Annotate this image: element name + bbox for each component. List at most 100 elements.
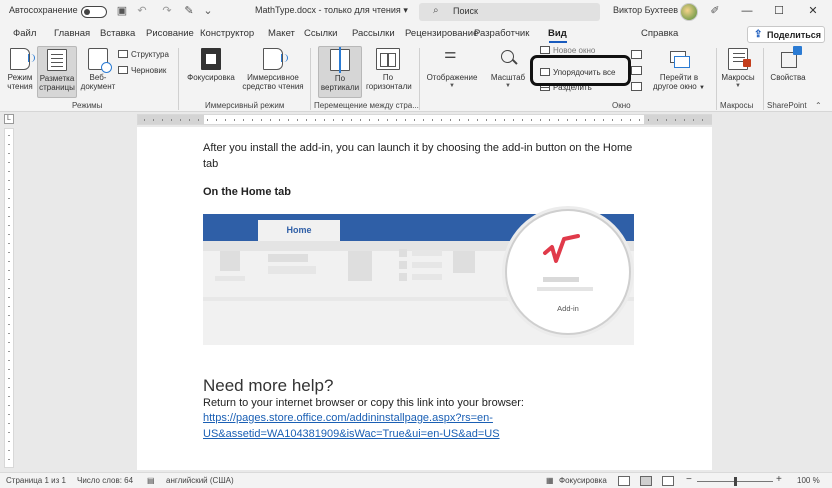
avatar[interactable] <box>680 3 698 21</box>
new-window-icon <box>540 46 550 54</box>
tab-insert[interactable]: Вставка <box>100 28 135 39</box>
ruler-tick <box>396 119 397 121</box>
zoom-level[interactable]: 100 % <box>797 476 820 485</box>
ruler-tick <box>558 119 559 121</box>
properties-button[interactable]: Свойства <box>768 46 808 98</box>
horizontal-ruler[interactable] <box>137 114 712 125</box>
tab-review[interactable]: Рецензирование <box>405 28 478 39</box>
print-layout-button[interactable]: Разметка страницы <box>37 46 77 98</box>
focus-mode-status[interactable]: Фокусировка <box>559 476 607 485</box>
document-title: MathType.docx - только для чтения ▾ <box>255 5 408 15</box>
page-count[interactable]: Страница 1 из 1 <box>6 476 66 485</box>
tab-draw[interactable]: Рисование <box>146 28 194 39</box>
show-dropdown[interactable]: Отображение ▼ <box>425 48 479 98</box>
web-layout-view-icon[interactable] <box>662 476 674 486</box>
ruler-tick <box>153 119 154 121</box>
outline-button[interactable]: Структура <box>118 50 169 59</box>
qat-customize-icon[interactable]: ⌄ <box>201 4 215 18</box>
sync-scrolling-icon[interactable] <box>631 66 642 75</box>
draft-button[interactable]: Черновик <box>118 66 166 75</box>
switch-windows-icon <box>666 48 692 70</box>
ruler-tick <box>657 119 658 121</box>
proofing-icon[interactable]: ▤ <box>147 476 155 485</box>
ruler-tick <box>342 119 343 121</box>
ruler-tick <box>693 119 694 121</box>
macros-button[interactable]: Макросы ▼ <box>720 48 756 98</box>
immersive-reader-button[interactable]: Иммерсивное средство чтения <box>241 48 305 98</box>
ruler-tick <box>8 396 10 397</box>
maximize-icon[interactable]: ☐ <box>770 3 788 19</box>
document-page[interactable]: After you install the add-in, you can la… <box>137 127 712 470</box>
search-box[interactable]: ⌕ Поиск <box>419 3 600 21</box>
format-painter-icon[interactable]: ✎ <box>182 4 196 18</box>
zoom-slider-thumb[interactable] <box>734 477 737 486</box>
ruler-tick <box>8 306 10 307</box>
tab-mailings[interactable]: Рассылки <box>352 28 395 39</box>
zoom-out-button[interactable]: − <box>686 474 692 485</box>
ruler-tick <box>8 243 10 244</box>
tab-layout[interactable]: Макет <box>268 28 295 39</box>
minimize-icon[interactable]: — <box>738 3 756 19</box>
install-link[interactable]: https://pages.store.office.com/addininst… <box>203 410 643 442</box>
chevron-down-icon: ▼ <box>505 83 511 89</box>
ruler-tick <box>639 119 640 121</box>
ruler-tick <box>225 119 226 121</box>
web-layout-button[interactable]: Веб- документ <box>80 48 116 98</box>
search-placeholder: Поиск <box>453 6 478 16</box>
read-mode-button[interactable]: Режим чтения <box>4 48 36 98</box>
status-bar: Страница 1 из 1 Число слов: 64 ▤ английс… <box>0 472 832 488</box>
print-layout-view-icon[interactable] <box>640 476 652 486</box>
share-icon: ⇪ <box>754 29 763 40</box>
read-mode-view-icon[interactable] <box>618 476 630 486</box>
ruler-tick <box>333 119 334 121</box>
ruler-tick <box>288 119 289 121</box>
ruler-tick <box>180 119 181 121</box>
side-to-side-button[interactable]: По горизонтали <box>366 48 412 98</box>
group-label-sharepoint: SharePoint <box>767 101 807 110</box>
ruler-tick <box>8 207 10 208</box>
figure-home-tab: Home <box>258 220 340 241</box>
ruler-tick <box>8 198 10 199</box>
group-label-macros: Макросы <box>720 101 754 110</box>
zoom-in-button[interactable]: + <box>776 474 782 485</box>
zoom-dropdown[interactable]: Масштаб ▼ <box>488 48 528 98</box>
close-icon[interactable]: ✕ <box>804 3 822 19</box>
ruler-tick <box>8 162 10 163</box>
tab-selector-icon[interactable]: L <box>4 114 14 124</box>
tab-view[interactable]: Вид <box>548 28 567 39</box>
tab-developer[interactable]: Разработчик <box>474 28 529 39</box>
vertical-movement-button[interactable]: По вертикали <box>318 46 362 98</box>
focus-mode-icon[interactable]: ▦ <box>546 476 554 485</box>
focus-button[interactable]: Фокусировка <box>184 48 238 98</box>
ruler-tick <box>522 119 523 121</box>
reset-window-position-icon[interactable] <box>631 82 642 91</box>
tab-design[interactable]: Конструктор <box>200 28 254 39</box>
new-window-button[interactable]: Новое окно <box>540 46 595 55</box>
autosave-toggle[interactable] <box>81 6 107 18</box>
word-count[interactable]: Число слов: 64 <box>77 476 133 485</box>
undo-icon[interactable]: ↶ <box>135 4 149 18</box>
collapse-ribbon-icon[interactable]: ⌃ <box>815 101 822 110</box>
language[interactable]: английский (США) <box>166 476 234 485</box>
ruler-tick <box>243 119 244 121</box>
view-side-by-side-icon[interactable] <box>631 50 642 59</box>
help-heading: Need more help? <box>203 376 334 395</box>
redo-icon[interactable]: ↷ <box>160 4 174 18</box>
user-name[interactable]: Виктор Бухтеев <box>613 5 678 15</box>
switch-windows-button[interactable]: Перейти в другое окно ▼ <box>648 48 710 98</box>
pen-icon[interactable]: ✐ <box>708 4 722 18</box>
tab-home[interactable]: Главная <box>54 28 90 39</box>
intro-paragraph: After you install the add-in, you can la… <box>203 142 633 170</box>
ruler-tick <box>441 119 442 121</box>
vertical-ruler[interactable] <box>4 128 14 468</box>
ruler-tick <box>8 441 10 442</box>
ruler-tick <box>378 119 379 121</box>
tab-references[interactable]: Ссылки <box>304 28 337 39</box>
help-text: Return to your internet browser or copy … <box>203 397 524 409</box>
immersive-reader-icon <box>263 48 288 70</box>
save-icon[interactable]: ▣ <box>115 4 129 18</box>
ruler-tick <box>8 234 10 235</box>
share-button[interactable]: ⇪ Поделиться <box>747 26 825 43</box>
tab-file[interactable]: Файл <box>13 28 36 39</box>
tab-help[interactable]: Справка <box>641 28 678 39</box>
